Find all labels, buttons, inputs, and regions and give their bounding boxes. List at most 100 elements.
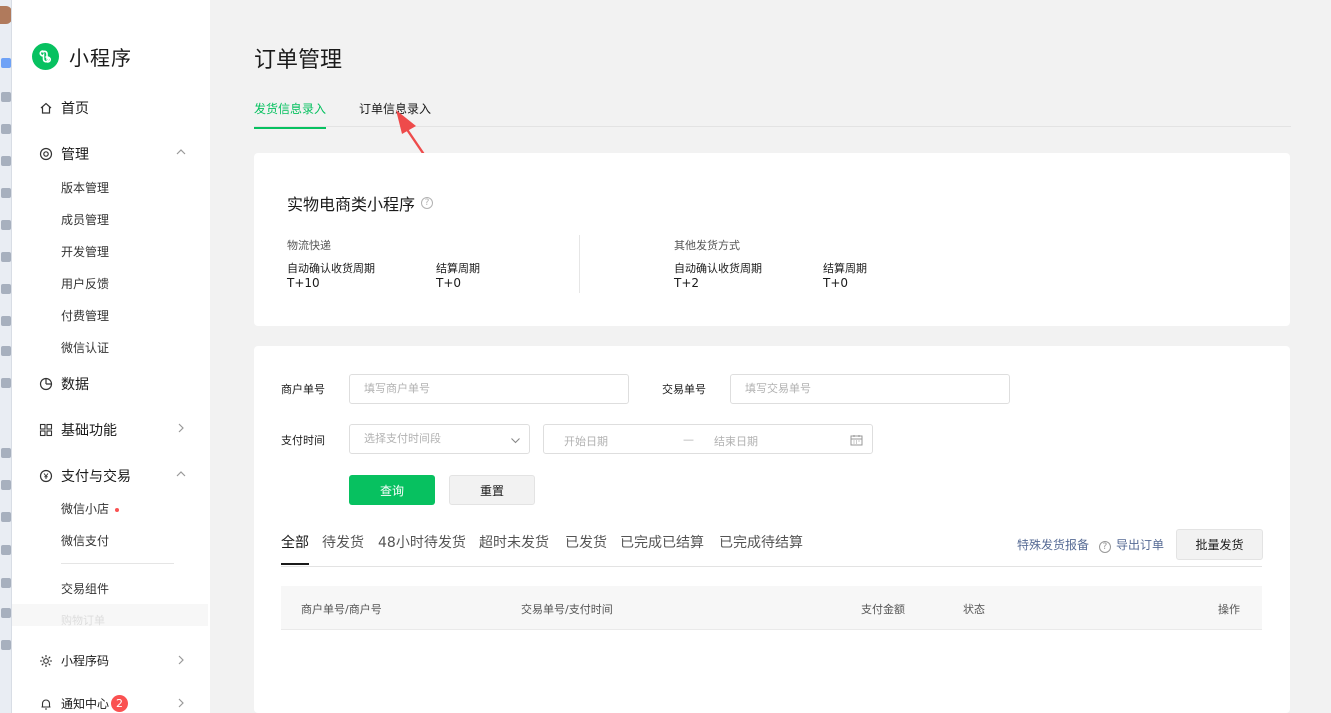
order-search-card: 商户单号 填写商户单号 交易单号 填写交易单号 支付时间 选择支付时间段 开始日… (254, 346, 1290, 713)
app-icon[interactable] (1, 480, 11, 490)
chevron-down-icon (511, 438, 520, 444)
confirm-cycle-value: T+10 (287, 276, 320, 290)
calendar-icon[interactable] (850, 434, 863, 446)
pay-time-label: 支付时间 (281, 434, 325, 447)
status-tab-shipped[interactable]: 已发货 (565, 532, 607, 563)
grid-icon (38, 422, 54, 438)
notification-dot (115, 507, 120, 512)
app-logo[interactable]: 小程序 (32, 42, 132, 71)
sidebar-item-label: 小程序码 (61, 654, 110, 668)
sidebar-item-basic-features[interactable]: 基础功能 (38, 420, 188, 440)
chat-icon[interactable] (1, 58, 11, 68)
status-tab-completed-settled[interactable]: 已完成已结算 (620, 532, 704, 563)
column-actions: 操作 (1218, 603, 1240, 616)
app-icon[interactable] (1, 156, 11, 166)
status-tab-completed-unsettled[interactable]: 已完成待结算 (719, 532, 803, 563)
app-icon[interactable] (1, 220, 11, 230)
app-icon[interactable] (1, 124, 11, 134)
user-avatar[interactable] (0, 6, 11, 24)
settle-cycle-label: 结算周期 (823, 262, 867, 275)
settle-cycle-label: 结算周期 (436, 262, 480, 275)
tab-shipping-info[interactable]: 发货信息录入 (254, 100, 327, 129)
status-tab-overdue[interactable]: 超时未发货 (479, 532, 549, 563)
sidebar-subitem-feedback[interactable]: 用户反馈 (61, 275, 109, 292)
sidebar-subitem-wechat-pay[interactable]: 微信支付 (61, 532, 109, 549)
status-tab-all[interactable]: 全部 (281, 532, 309, 565)
sidebar-subitem-faded: 购物订单 (61, 614, 105, 627)
app-icon[interactable] (1, 578, 11, 588)
chevron-right-icon (178, 655, 184, 665)
confirm-cycle-value: T+2 (674, 276, 700, 290)
date-range-separator: — (683, 433, 694, 446)
batch-ship-button[interactable]: 批量发货 (1176, 529, 1263, 560)
group-divider (579, 235, 580, 293)
home-icon (38, 100, 54, 116)
sidebar-item-label: 基础功能 (61, 423, 117, 439)
mail-icon[interactable] (1, 92, 11, 102)
pay-time-select[interactable]: 选择支付时间段 (349, 424, 530, 454)
special-shipping-report-link[interactable]: 特殊发货报备 ? (1017, 536, 1111, 553)
trade-no-input[interactable]: 填写交易单号 (730, 374, 1010, 404)
status-tab-48h-pending[interactable]: 48小时待发货 (378, 532, 466, 563)
merchant-no-input[interactable]: 填写商户单号 (349, 374, 629, 404)
settlement-title-text: 实物电商类小程序 (287, 195, 416, 214)
star-icon[interactable] (1, 640, 11, 650)
sidebar-item-home[interactable]: 首页 (38, 98, 188, 118)
query-button[interactable]: 查询 (349, 475, 435, 505)
sidebar-subitem-wechat-shop[interactable]: 微信小店 (61, 500, 120, 517)
sidebar-subitem-billing[interactable]: 付费管理 (61, 307, 109, 324)
chevron-up-icon (176, 471, 186, 477)
end-date-input[interactable]: 结束日期 (714, 433, 758, 449)
chevron-right-icon (178, 698, 184, 708)
date-range-picker[interactable]: 开始日期 — 结束日期 (543, 424, 873, 454)
app-icon[interactable] (1, 188, 11, 198)
app-icon[interactable] (1, 378, 11, 388)
app-name: 小程序 (69, 46, 132, 70)
sidebar-subitem-members[interactable]: 成员管理 (61, 211, 109, 228)
app-icon[interactable] (1, 252, 11, 262)
sidebar-subitem-trade-component[interactable]: 交易组件 (61, 580, 109, 597)
sidebar-item-manage[interactable]: 管理 (38, 144, 188, 164)
sidebar-subitem-develop[interactable]: 开发管理 (61, 243, 109, 260)
sidebar-item-label: 首页 (61, 101, 89, 117)
sidebar-item-label: 支付与交易 (61, 469, 131, 485)
sidebar-item-data[interactable]: 数据 (38, 374, 188, 394)
help-icon[interactable]: ? (1098, 541, 1111, 553)
app-icon[interactable] (1, 512, 11, 522)
special-report-text: 特殊发货报备 (1017, 538, 1090, 552)
sun-icon (38, 653, 54, 669)
help-icon[interactable]: ? (421, 197, 434, 209)
sidebar: 小程序 首页 管理 版本管理 成员管理 开发管理 用户反馈 付费管理 微信认证 … (12, 0, 210, 713)
confirm-cycle-label: 自动确认收货周期 (287, 262, 375, 275)
app-icon[interactable] (1, 346, 11, 356)
status-tab-pending[interactable]: 待发货 (322, 532, 364, 563)
merchant-no-label: 商户单号 (281, 383, 325, 396)
app-icon[interactable] (1, 284, 11, 294)
chevron-right-icon (178, 423, 184, 433)
sidebar-item-label: 管理 (61, 147, 89, 163)
sidebar-item-notifications[interactable]: 通知中心 2 (38, 695, 188, 712)
start-date-input[interactable]: 开始日期 (564, 433, 608, 449)
sidebar-item-payment-trade[interactable]: 支付与交易 (38, 466, 188, 486)
sidebar-subitem-version[interactable]: 版本管理 (61, 179, 109, 196)
settle-cycle-value: T+0 (823, 276, 849, 290)
reset-button[interactable]: 重置 (449, 475, 535, 505)
column-amount: 支付金额 (861, 603, 905, 616)
app-icon[interactable] (1, 316, 11, 326)
sidebar-divider (61, 563, 174, 564)
sidebar-item-miniprogram-code[interactable]: 小程序码 (38, 652, 188, 669)
group-other-label: 其他发货方式 (674, 239, 740, 252)
sidebar-subitem-certification[interactable]: 微信认证 (61, 339, 109, 356)
column-status: 状态 (963, 603, 985, 616)
pay-time-select-value: 选择支付时间段 (364, 432, 441, 445)
chevron-up-icon (176, 149, 186, 155)
app-icon[interactable] (1, 448, 11, 458)
miniprogram-logo-icon (32, 43, 59, 70)
sidebar-item-label: 微信小店 (61, 502, 110, 516)
app-icon[interactable] (1, 608, 11, 618)
manage-icon (38, 146, 54, 162)
group-logistics-label: 物流快递 (287, 239, 331, 252)
app-icon[interactable] (1, 545, 11, 555)
export-orders-link[interactable]: 导出订单 (1116, 536, 1164, 553)
confirm-cycle-label: 自动确认收货周期 (674, 262, 762, 275)
